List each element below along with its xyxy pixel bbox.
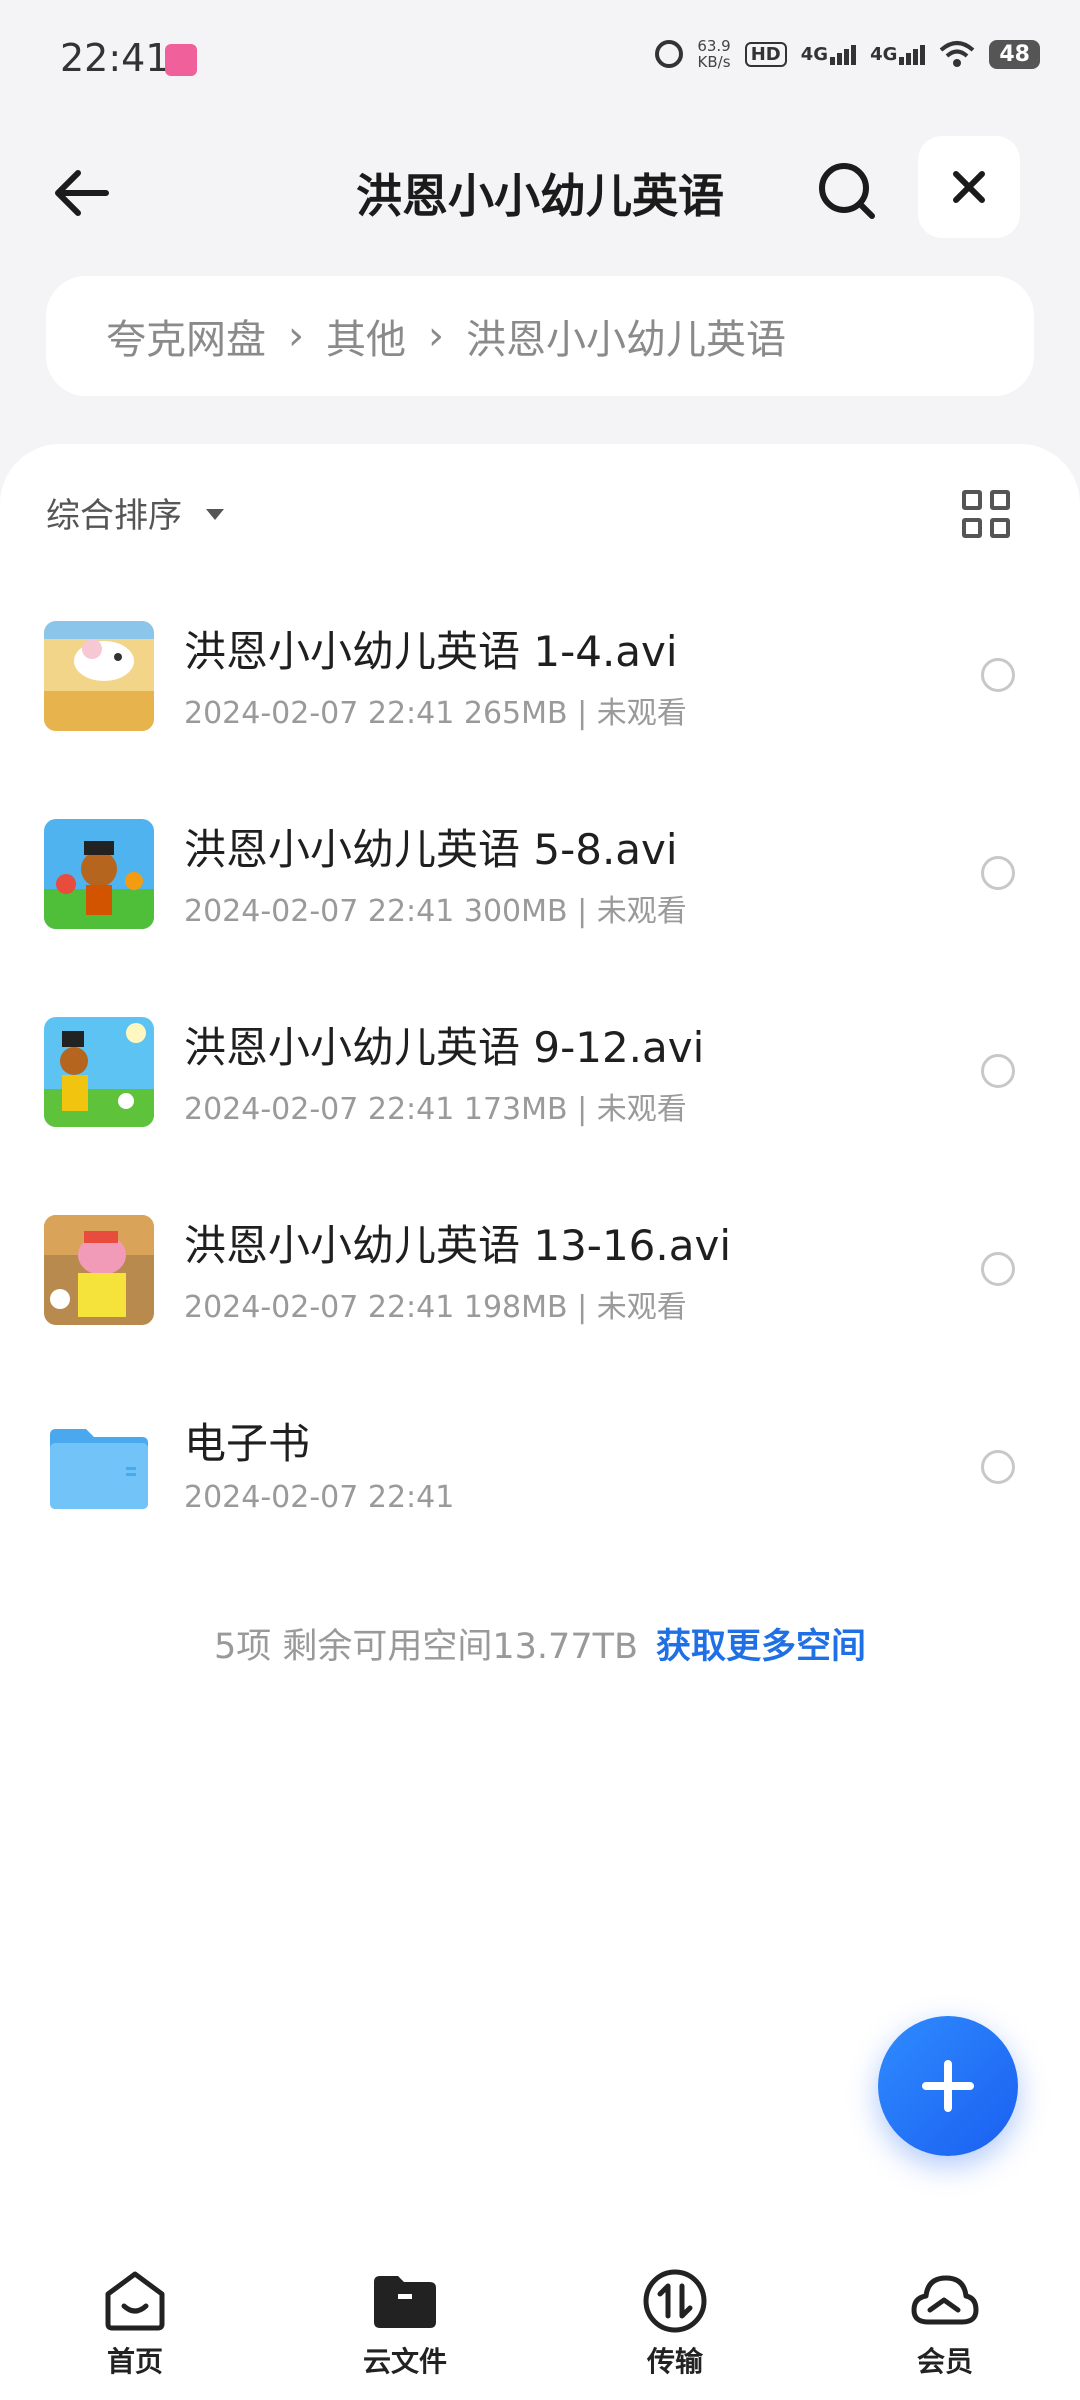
- signal-type-label: 4G: [870, 43, 898, 65]
- folder-row[interactable]: 电子书 2024-02-07 22:41: [0, 1386, 1080, 1584]
- select-checkbox[interactable]: [981, 856, 1015, 890]
- chevron-right-icon: ›: [428, 313, 444, 359]
- status-bar: 22:41 63.9 KB/s HD 4G 4G 48: [0, 0, 1080, 120]
- app-notification-icon: [165, 44, 197, 76]
- folder-icon: [44, 1413, 154, 1523]
- net-speed-value: 63.9: [697, 37, 731, 55]
- chevron-right-icon: ›: [288, 313, 304, 359]
- file-row[interactable]: 洪恩小小幼儿英语 1-4.avi 2024-02-07 22:41 265MB …: [0, 594, 1080, 792]
- file-name: 洪恩小小幼儿英语 1-4.avi: [184, 627, 678, 676]
- file-meta: 2024-02-07 22:41 173MB | 未观看: [184, 1092, 687, 1127]
- nav-item-transfer[interactable]: 传输: [540, 2260, 810, 2400]
- select-checkbox[interactable]: [981, 1054, 1015, 1088]
- file-row[interactable]: 洪恩小小幼儿英语 13-16.avi 2024-02-07 22:41 198M…: [0, 1188, 1080, 1386]
- close-icon: [953, 171, 985, 203]
- nav-label: 首页: [106, 2345, 163, 2378]
- breadcrumb-item-current: 洪恩小小幼儿英语: [466, 317, 786, 363]
- net-speed-unit: KB/s: [697, 53, 731, 71]
- file-list: 洪恩小小幼儿英语 1-4.avi 2024-02-07 22:41 265MB …: [0, 594, 1080, 1584]
- nav-item-home[interactable]: 首页: [0, 2260, 270, 2400]
- home-icon: [105, 2271, 165, 2331]
- storage-summary: 5项 剩余可用空间13.77TB 获取更多空间: [0, 1618, 1080, 1669]
- video-thumbnail: [44, 819, 154, 929]
- hd-volte-icon: HD: [744, 41, 787, 67]
- select-checkbox[interactable]: [981, 1252, 1015, 1286]
- alarm-icon: [655, 40, 684, 68]
- status-icons: 63.9 KB/s HD 4G 4G 48: [655, 38, 1040, 70]
- summary-text: 5项 剩余可用空间13.77TB: [214, 1627, 638, 1667]
- sort-dropdown[interactable]: 综合排序: [46, 488, 224, 537]
- file-meta: 2024-02-07 22:41 265MB | 未观看: [184, 696, 687, 731]
- file-name: 洪恩小小幼儿英语 13-16.avi: [184, 1221, 732, 1270]
- breadcrumb-item-root[interactable]: 夸克网盘: [106, 307, 266, 365]
- grid-view-button[interactable]: [962, 490, 1010, 538]
- status-time: 22:41: [60, 36, 170, 80]
- nav-item-cloud-files[interactable]: 云文件: [270, 2260, 540, 2400]
- file-meta: 2024-02-07 22:41 300MB | 未观看: [184, 894, 687, 929]
- file-row[interactable]: 洪恩小小幼儿英语 9-12.avi 2024-02-07 22:41 173MB…: [0, 990, 1080, 1188]
- video-thumbnail: [44, 621, 154, 731]
- file-meta: 2024-02-07 22:41 198MB | 未观看: [184, 1290, 687, 1325]
- file-name: 洪恩小小幼儿英语 5-8.avi: [184, 825, 678, 874]
- video-thumbnail: [44, 1017, 154, 1127]
- caret-down-icon: [206, 509, 224, 520]
- breadcrumb: 夸克网盘 › 其他 › 洪恩小小幼儿英语: [46, 276, 1034, 396]
- nav-label: 云文件: [362, 2345, 447, 2378]
- plus-icon: [922, 2060, 974, 2112]
- signal-type-label: 4G: [800, 43, 829, 65]
- sort-label: 综合排序: [46, 496, 182, 536]
- add-button[interactable]: [878, 2016, 1018, 2156]
- cloud-folder-icon: [374, 2276, 436, 2328]
- network-speed: 63.9 KB/s: [697, 38, 730, 70]
- file-meta: 2024-02-07 22:41: [184, 1480, 455, 1515]
- get-more-space-link[interactable]: 获取更多空间: [656, 1627, 866, 1667]
- file-name: 洪恩小小幼儿英语 9-12.avi: [184, 1023, 705, 1072]
- file-row[interactable]: 洪恩小小幼儿英语 5-8.avi 2024-02-07 22:41 300MB …: [0, 792, 1080, 990]
- file-panel: 综合排序 洪恩小小幼儿英语 1-4.avi 2024-02-07 22:41 2…: [0, 444, 1080, 2400]
- video-thumbnail: [44, 1215, 154, 1325]
- bottom-nav: 首页 云文件 传输 会员: [0, 2260, 1080, 2400]
- wifi-icon: [940, 41, 975, 67]
- select-checkbox[interactable]: [981, 658, 1015, 692]
- signal-icon: 4G: [870, 43, 926, 65]
- transfer-icon: [643, 2269, 707, 2333]
- search-button[interactable]: [812, 156, 882, 226]
- nav-item-member[interactable]: 会员: [810, 2260, 1080, 2400]
- signal-icon: 4G: [800, 43, 857, 65]
- select-checkbox[interactable]: [981, 1450, 1015, 1484]
- breadcrumb-item-other[interactable]: 其他: [326, 307, 406, 365]
- header: 洪恩小小幼儿英语: [0, 130, 1080, 250]
- close-button[interactable]: [918, 136, 1020, 238]
- nav-label: 传输: [646, 2345, 703, 2378]
- nav-label: 会员: [916, 2345, 973, 2378]
- cloud-member-icon: [911, 2275, 979, 2325]
- battery-icon: 48: [989, 39, 1040, 69]
- file-name: 电子书: [184, 1419, 311, 1468]
